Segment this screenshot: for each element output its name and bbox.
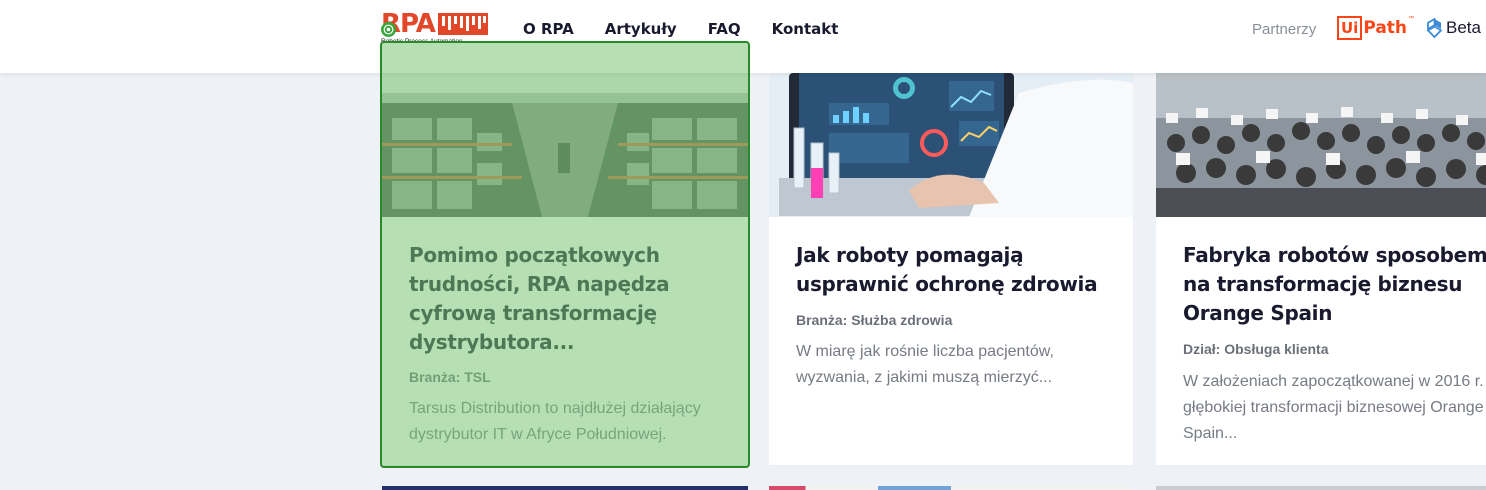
article-category: Dział: Obsługa klienta [1183, 341, 1329, 357]
nav-item-artykuly[interactable]: Artykuły [605, 20, 677, 38]
next-row-image [382, 486, 748, 490]
article-category: Branża: Służba zdrowia [796, 312, 953, 328]
nav-item-o-rpa[interactable]: O RPA [523, 20, 574, 38]
article-title[interactable]: Jak roboty pomagają usprawnić ochronę zd… [796, 241, 1126, 299]
article-excerpt: W założeniach zapoczątkowanej w 2016 r. … [1183, 373, 1484, 442]
partners-label: Partnerzy [1252, 21, 1317, 38]
next-row-image [769, 486, 1133, 490]
next-row-image [1156, 486, 1486, 490]
article-image-team [1156, 73, 1486, 217]
nav-item-faq[interactable]: FAQ [708, 20, 741, 38]
article-card[interactable]: Pomimo początkowych trudności, RPA napęd… [382, 73, 748, 465]
rpa-logo[interactable]: RPA Robotic Process Automation [381, 11, 491, 47]
logo-subtitle: Robotic Process Automation [381, 38, 463, 45]
article-image-healthcare [769, 73, 1133, 217]
beta-logo[interactable]: Beta [1426, 18, 1481, 38]
article-card[interactable]: Fabryka robotów sposobem na transformacj… [1156, 73, 1486, 465]
circuit-icon [438, 13, 488, 35]
uipath-path-text: Path [1363, 18, 1408, 38]
uipath-ui-text: Ui [1337, 16, 1363, 40]
nav-item-kontakt[interactable]: Kontakt [772, 20, 839, 38]
article-excerpt: Tarsus Distribution to najdłużej działaj… [409, 400, 701, 443]
target-icon [381, 22, 396, 37]
uipath-tm: ™ [1408, 16, 1415, 22]
uipath-logo[interactable]: Ui Path ™ [1337, 16, 1414, 42]
article-card[interactable]: Jak roboty pomagają usprawnić ochronę zd… [769, 73, 1133, 465]
article-title[interactable]: Fabryka robotów sposobem na transformacj… [1183, 241, 1486, 328]
article-category: Branża: TSL [409, 369, 491, 385]
article-excerpt: W miarę jak rośnie liczba pacjentów, wyz… [796, 343, 1054, 386]
beta-text: Beta [1446, 18, 1481, 37]
main-nav: O RPA Artykuły FAQ Kontakt [523, 20, 838, 38]
article-image-warehouse [382, 73, 748, 217]
article-title[interactable]: Pomimo początkowych trudności, RPA napęd… [409, 241, 729, 357]
beta-logo-icon [1426, 18, 1443, 38]
site-header: RPA Robotic Process Automation O RPA Art… [0, 0, 1486, 73]
